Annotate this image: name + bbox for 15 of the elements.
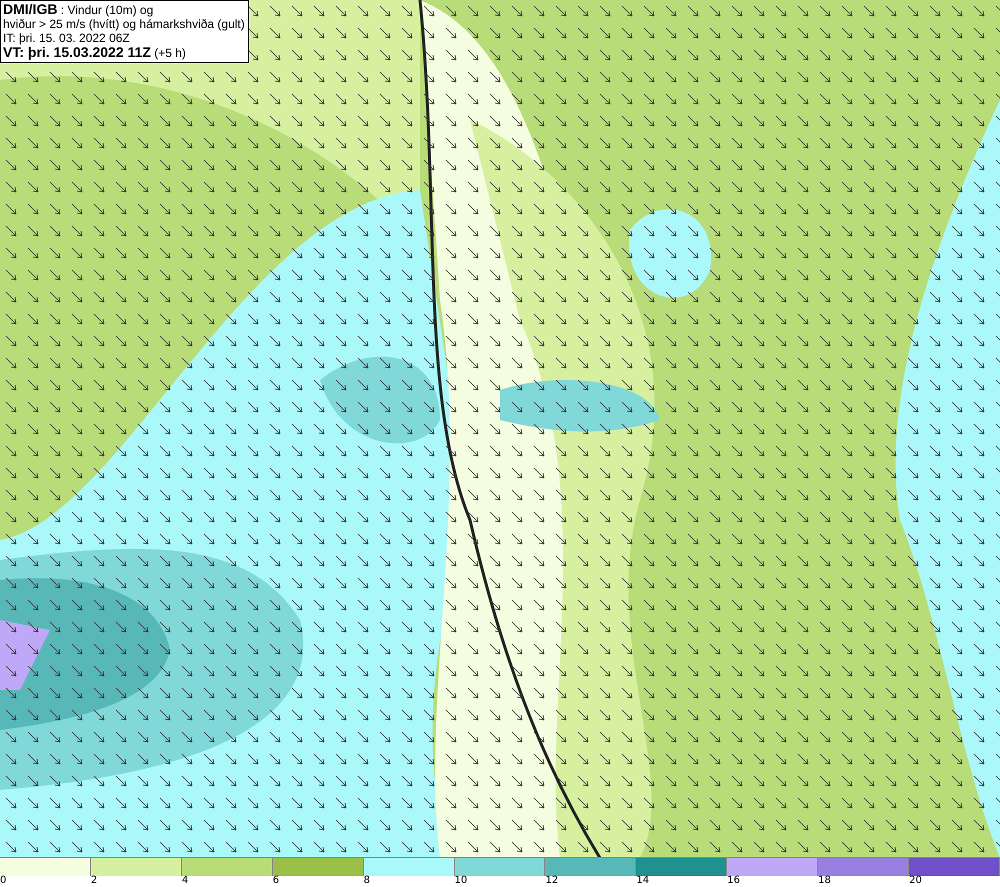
legend-label: 10 bbox=[454, 876, 468, 886]
caption-line: DMI/IGB : Vindur (10m) og bbox=[3, 2, 154, 17]
legend-label: 6 bbox=[272, 876, 280, 886]
legend-label: 12 bbox=[545, 876, 558, 886]
caption-line: hviður > 25 m/s (hvítt) og hámarkshviða (gult) bbox=[3, 17, 245, 31]
legend-label: 4 bbox=[182, 876, 188, 886]
legend-label: 14 bbox=[636, 876, 650, 886]
legend-label: 2 bbox=[90, 876, 98, 886]
legend-label: 16 bbox=[727, 876, 740, 886]
legend-label: 20 bbox=[909, 876, 922, 886]
caption-line: IT: þri. 15. 03. 2022 06Z bbox=[3, 31, 131, 45]
legend-label: 0 bbox=[0, 876, 6, 886]
legend-label: 18 bbox=[818, 876, 831, 886]
legend-label: 8 bbox=[364, 876, 370, 886]
caption-line: VT: þri. 15.03.2022 11Z (+5 h) bbox=[3, 45, 187, 60]
